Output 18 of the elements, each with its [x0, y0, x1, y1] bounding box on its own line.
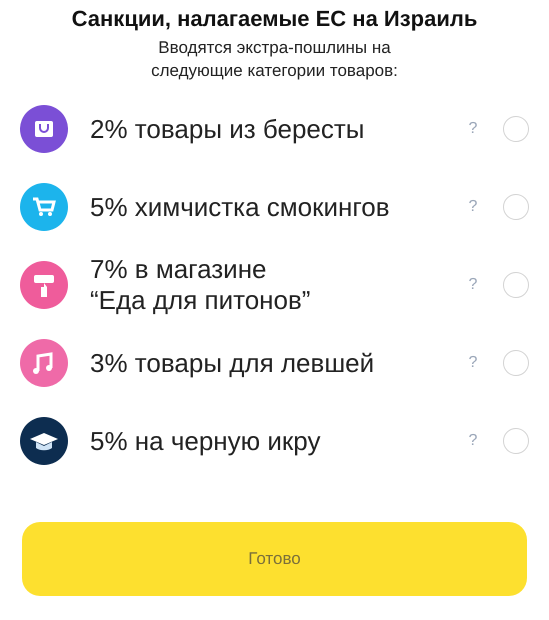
radio-button[interactable]: [503, 194, 529, 220]
subtitle: Вводятся экстра-пошлины на следующие категории товаров:: [150, 37, 399, 82]
radio-button[interactable]: [503, 116, 529, 142]
option-label: 5% химчистка смокингов: [90, 192, 391, 222]
option-label: 7% в магазине “Еда для питонов”: [90, 254, 312, 316]
help-button[interactable]: ?: [463, 276, 483, 294]
done-button[interactable]: Готово: [22, 522, 527, 596]
option-label: 3% товары для левшей: [90, 348, 376, 378]
help-button[interactable]: ?: [463, 198, 483, 216]
option-label: 5% на черную икру: [90, 426, 322, 456]
help-button[interactable]: ?: [463, 120, 483, 138]
option-label: 2% товары из бересты: [90, 114, 366, 144]
radio-button[interactable]: [503, 272, 529, 298]
radio-button[interactable]: [503, 350, 529, 376]
help-button[interactable]: ?: [463, 354, 483, 372]
help-button[interactable]: ?: [463, 432, 483, 450]
page-title: Санкции, налагаемые ЕС на Израиль: [70, 6, 478, 32]
radio-button[interactable]: [503, 428, 529, 454]
